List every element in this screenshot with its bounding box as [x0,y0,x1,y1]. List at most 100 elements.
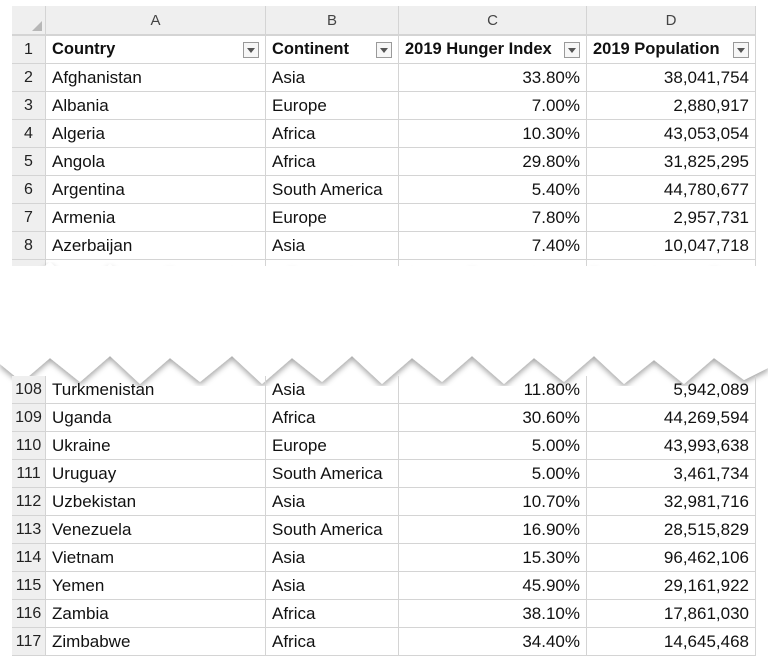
cell-country[interactable]: Ukraine [46,432,266,459]
table-row: 113 Venezuela South America 16.90% 28,515,82… [12,516,756,544]
header-cell-hunger[interactable]: 2019 Hunger Index [399,36,587,63]
cell-country[interactable]: Zambia [46,600,266,627]
row-number[interactable]: 111 [12,460,46,487]
cell-population[interactable]: 43,993,638 [587,432,756,459]
cell-country[interactable]: Algeria [46,120,266,147]
cell-population[interactable]: 2,880,917 [587,92,756,119]
column-header-a[interactable]: A [46,6,266,34]
cell-country[interactable]: Azerbaijan [46,232,266,259]
cell-hunger-index[interactable]: 7.40% [399,232,587,259]
cell-population[interactable]: 3,461,734 [587,460,756,487]
cell-continent[interactable]: Asia [266,572,399,599]
cell-continent[interactable]: Africa [266,120,399,147]
row-number[interactable]: 1 [12,36,46,63]
column-header-d[interactable]: D [587,6,756,34]
cell-continent[interactable]: Europe [266,432,399,459]
cell-population[interactable]: 2,957,731 [587,204,756,231]
cell-population[interactable]: 17,861,030 [587,600,756,627]
cell-continent[interactable]: South America [266,516,399,543]
cell-population[interactable]: 44,269,594 [587,404,756,431]
row-number[interactable]: 116 [12,600,46,627]
cell-hunger-index[interactable]: 5.40% [399,176,587,203]
row-number[interactable]: 115 [12,572,46,599]
cell-continent[interactable]: Asia [266,488,399,515]
cell-population[interactable]: 14,645,468 [587,628,756,655]
cell-country[interactable]: Yemen [46,572,266,599]
cell-country[interactable]: Afghanistan [46,64,266,91]
cell-population[interactable]: 32,981,716 [587,488,756,515]
select-all-triangle-icon[interactable] [12,6,46,34]
cell-country[interactable]: Vietnam [46,544,266,571]
column-header-c[interactable]: C [399,6,587,34]
row-number[interactable]: 5 [12,148,46,175]
cell-population[interactable]: 28,515,829 [587,516,756,543]
row-number[interactable]: 113 [12,516,46,543]
cell-country[interactable]: Turkmenistan [46,376,266,403]
cell-population[interactable]: 44,780,677 [587,176,756,203]
cell-hunger-index[interactable]: 30.60% [399,404,587,431]
cell-hunger-index[interactable]: 33.80% [399,64,587,91]
cell-continent[interactable]: Asia [266,544,399,571]
cell-continent[interactable]: Europe [266,92,399,119]
cell-hunger-index[interactable]: 38.10% [399,600,587,627]
row-number[interactable]: 6 [12,176,46,203]
row-number[interactable]: 114 [12,544,46,571]
cell-hunger-index[interactable]: 34.40% [399,628,587,655]
cell-population[interactable]: 10,047,718 [587,232,756,259]
cell-hunger-index[interactable]: 29.80% [399,148,587,175]
row-number[interactable]: 8 [12,232,46,259]
cell-hunger-index[interactable]: 45.90% [399,572,587,599]
cell-continent[interactable]: South America [266,460,399,487]
row-number[interactable]: 110 [12,432,46,459]
cell-hunger-index[interactable]: 15.30% [399,544,587,571]
header-cell-population[interactable]: 2019 Population [587,36,756,63]
cell-country[interactable]: Uzbekistan [46,488,266,515]
cell-continent[interactable]: Africa [266,600,399,627]
cell-hunger-index[interactable]: 11.80% [399,376,587,403]
row-number[interactable]: 112 [12,488,46,515]
header-cell-continent[interactable]: Continent [266,36,399,63]
cell-continent[interactable]: Europe [266,204,399,231]
filter-dropdown-icon[interactable] [376,41,392,58]
cell-continent[interactable]: Africa [266,404,399,431]
cell-continent[interactable]: Asia [266,232,399,259]
cell-continent[interactable]: Africa [266,628,399,655]
cell-population[interactable]: 96,462,106 [587,544,756,571]
header-cell-country[interactable]: Country [46,36,266,63]
cell-hunger-index[interactable]: 7.80% [399,204,587,231]
row-number[interactable]: 7 [12,204,46,231]
cell-hunger-index[interactable]: 16.90% [399,516,587,543]
cell-country[interactable]: Armenia [46,204,266,231]
row-number[interactable]: 109 [12,404,46,431]
cell-hunger-index[interactable]: 5.00% [399,460,587,487]
filter-dropdown-icon[interactable] [733,41,749,58]
cell-population[interactable]: 38,041,754 [587,64,756,91]
cell-population[interactable]: 29,161,922 [587,572,756,599]
cell-hunger-index[interactable]: 10.70% [399,488,587,515]
row-number[interactable]: 117 [12,628,46,655]
cell-hunger-index[interactable]: 10.30% [399,120,587,147]
row-number[interactable]: 108 [12,376,46,403]
cell-country[interactable]: Venezuela [46,516,266,543]
column-header-b[interactable]: B [266,6,399,34]
cell-country[interactable]: Uganda [46,404,266,431]
cell-country[interactable]: Albania [46,92,266,119]
cell-country[interactable]: Zimbabwe [46,628,266,655]
filter-dropdown-icon[interactable] [564,41,580,58]
cell-population[interactable]: 43,053,054 [587,120,756,147]
cell-population[interactable]: 31,825,295 [587,148,756,175]
cell-hunger-index[interactable]: 7.00% [399,92,587,119]
filter-dropdown-icon[interactable] [243,41,259,58]
cell-country[interactable]: Argentina [46,176,266,203]
cell-country[interactable]: Angola [46,148,266,175]
row-number[interactable]: 2 [12,64,46,91]
row-number[interactable]: 3 [12,92,46,119]
cell-continent[interactable]: South America [266,176,399,203]
row-number[interactable]: 4 [12,120,46,147]
cell-country[interactable]: Uruguay [46,460,266,487]
cell-continent[interactable]: Africa [266,148,399,175]
cell-continent[interactable]: Asia [266,64,399,91]
cell-population[interactable]: 5,942,089 [587,376,756,403]
cell-continent[interactable]: Asia [266,376,399,403]
cell-hunger-index[interactable]: 5.00% [399,432,587,459]
